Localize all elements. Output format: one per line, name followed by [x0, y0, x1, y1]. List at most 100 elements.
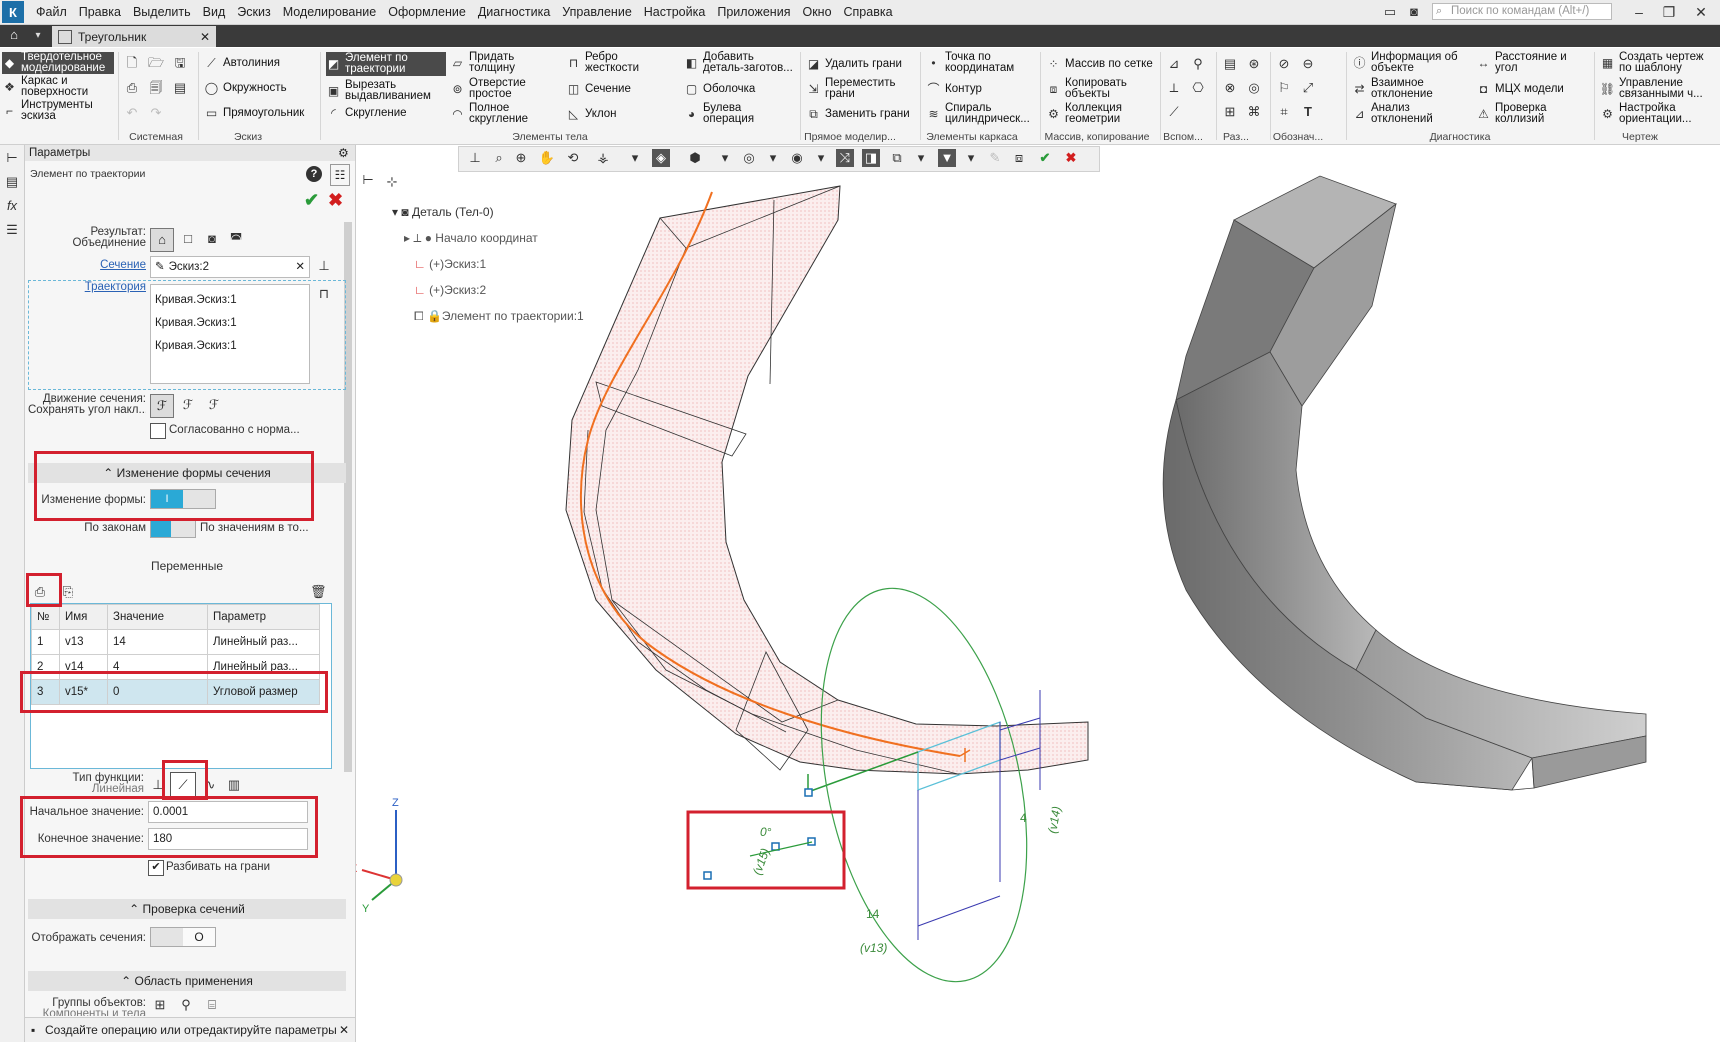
viewport-3d[interactable]: 0° (v15) 14 (v13) 4 (v14) Z X Y: [356, 170, 1720, 1042]
thicken-button[interactable]: ▱ Придать толщину: [450, 51, 515, 74]
panel-gear-icon[interactable]: ⚙: [338, 146, 349, 160]
rectangle-button[interactable]: ▭ Прямоугольник: [204, 106, 304, 121]
mutual-deviation-button[interactable]: ⇄ Взаимное отклонение: [1352, 77, 1432, 100]
dim-v14-label[interactable]: (v14): [1045, 805, 1064, 834]
help-icon[interactable]: ?: [306, 166, 322, 182]
dim-v13-label[interactable]: (v13): [860, 941, 887, 955]
boolean-button[interactable]: ◕ Булева операция: [684, 102, 754, 125]
view-origin-icon[interactable]: ⊥: [466, 149, 484, 167]
view-dropdown-icon[interactable]: ▾: [626, 149, 644, 167]
replace-faces-button[interactable]: ⧉ Заменить грани: [806, 107, 909, 122]
menu-edit[interactable]: Правка: [73, 5, 127, 19]
view-hide-dropdown-icon[interactable]: ▾: [764, 149, 782, 167]
filter-icon[interactable]: ▼: [938, 149, 956, 167]
trajectory-link[interactable]: Траектория: [28, 281, 146, 293]
viewport-ok-icon[interactable]: ✔: [1036, 149, 1054, 167]
stamp-icon[interactable]: ⌘: [1246, 104, 1262, 120]
tree-panel-icon[interactable]: ⊢: [4, 150, 20, 166]
collision-check-button[interactable]: ⚠ Проверка коллизий: [1476, 102, 1546, 125]
annotation-size-icon[interactable]: ⤢: [1300, 80, 1316, 96]
delete-variable-icon[interactable]: 🗑: [310, 584, 327, 600]
view-constraints-icon[interactable]: ⤨: [836, 149, 854, 167]
add-blank-button[interactable]: ◧ Добавить деталь-заготов...: [684, 51, 793, 74]
aux-camera-icon[interactable]: ⎔: [1190, 80, 1206, 96]
menu-settings[interactable]: Настройка: [638, 5, 712, 19]
dim-angle-label[interactable]: 0°: [760, 825, 772, 839]
orientation-settings-button[interactable]: ⚙ Настройка ориентации...: [1600, 102, 1691, 125]
section-button[interactable]: ◫ Сечение: [566, 82, 631, 97]
motion-orthogonal-icon[interactable]: ℱ: [206, 397, 222, 413]
group-tree-icon[interactable]: ⚲: [178, 997, 194, 1013]
mode-surfaces[interactable]: ❖ Каркас и поверхности: [2, 75, 88, 98]
bend-icon[interactable]: ⊛: [1246, 56, 1262, 72]
close-window-icon[interactable]: ✕: [1690, 2, 1712, 22]
move-faces-button[interactable]: ⇲ Переместить грани: [806, 77, 895, 100]
view-layers-dropdown-icon[interactable]: ▾: [912, 149, 930, 167]
result-intersect-icon[interactable]: ◚: [228, 231, 244, 247]
group-components-icon[interactable]: ⊞: [152, 997, 168, 1013]
grid-array-button[interactable]: ⁘ Массив по сетке: [1046, 57, 1152, 72]
fillet-button[interactable]: ◜ Скругление: [326, 106, 406, 121]
properties-icon[interactable]: ▤: [172, 80, 188, 96]
app-logo[interactable]: К: [2, 1, 24, 23]
copy-objects-button[interactable]: ⧈ Копировать объекты: [1046, 77, 1127, 100]
aux-axis-icon[interactable]: ⚲: [1190, 56, 1206, 72]
view-shaded-icon[interactable]: ⬢: [686, 149, 704, 167]
view-layers-icon[interactable]: ⧉: [888, 149, 906, 167]
menu-window[interactable]: Окно: [796, 5, 837, 19]
wrap-icon[interactable]: ⊗: [1222, 80, 1238, 96]
table-row[interactable]: 1 v13 14 Линейный раз...: [31, 629, 320, 655]
result-separate-icon[interactable]: □: [180, 231, 196, 247]
annotation-leader-icon[interactable]: ⚐: [1276, 80, 1292, 96]
solid-body-preview[interactable]: [1162, 175, 1647, 791]
minimize-icon[interactable]: –: [1628, 2, 1650, 22]
point-by-coords-button[interactable]: • Точка по координатам: [926, 51, 1014, 74]
motion-parallel-icon[interactable]: ℱ: [180, 397, 196, 413]
section-link[interactable]: Сечение: [28, 259, 146, 271]
edit-variable-icon[interactable]: ⎘: [60, 584, 76, 600]
screenshot-icon[interactable]: ◙: [1406, 4, 1422, 20]
autoline-button[interactable]: ⟋ Автолиния: [204, 56, 280, 71]
laws-values-toggle[interactable]: [150, 518, 196, 538]
view-style-dropdown-icon[interactable]: ▾: [716, 149, 734, 167]
params-panel-icon[interactable]: ▤: [4, 174, 20, 190]
deviation-analysis-button[interactable]: ⊿ Анализ отклонений: [1352, 102, 1432, 125]
new-file-icon[interactable]: 🗋: [124, 55, 140, 71]
col-header-value[interactable]: Значение: [107, 604, 208, 630]
circle-button[interactable]: ◯ Окружность: [204, 81, 287, 96]
menu-select[interactable]: Выделить: [127, 5, 197, 19]
menu-management[interactable]: Управление: [556, 5, 638, 19]
aux-line-icon[interactable]: ⟂: [1166, 80, 1182, 96]
view-zoom-icon[interactable]: ⊕: [512, 149, 530, 167]
save-icon[interactable]: 🖫: [172, 55, 188, 71]
hole-button[interactable]: ⊚ Отверстие простое: [450, 77, 525, 100]
layers-icon[interactable]: ☰: [4, 222, 20, 238]
text-icon[interactable]: T: [1300, 104, 1316, 120]
menu-formatting[interactable]: Оформление: [382, 5, 472, 19]
dim-4-label[interactable]: 4: [1020, 811, 1027, 825]
annotation-link-icon[interactable]: ⊖: [1300, 56, 1316, 72]
filter-dropdown-icon[interactable]: ▾: [962, 149, 980, 167]
group-bodies-icon[interactable]: ⌸: [204, 997, 220, 1013]
view-copy-icon[interactable]: ⧈: [1010, 149, 1028, 167]
menu-file[interactable]: Файл: [30, 5, 73, 19]
preview-icon[interactable]: 🗐: [148, 80, 164, 96]
trajectory-pick-icon[interactable]: ⊓: [316, 286, 332, 302]
delete-faces-button[interactable]: ◪ Удалить грани: [806, 57, 902, 72]
cancel-x-icon[interactable]: ✖: [328, 190, 343, 211]
annotation-weld-icon[interactable]: ⊘: [1276, 56, 1292, 72]
undo-icon[interactable]: ↶: [124, 105, 140, 121]
viewport-cancel-icon[interactable]: ✖: [1062, 149, 1080, 167]
mode-solid-modeling[interactable]: ◆ Твердотельное моделирование: [2, 51, 114, 74]
trajectory-item[interactable]: Кривая.Эскиз:1: [155, 312, 309, 335]
layout-icon[interactable]: ▭: [1382, 4, 1398, 20]
panel-list-icon[interactable]: ☷: [330, 164, 350, 186]
scope-header[interactable]: ⌃ Область применения: [28, 971, 346, 991]
view-pan-icon[interactable]: ✋: [538, 149, 556, 167]
distance-angle-button[interactable]: ↔ Расстояние и угол: [1476, 51, 1567, 74]
extrude-cut-button[interactable]: ▣ Вырезать выдавливанием: [326, 79, 431, 102]
unfold-icon[interactable]: ◎: [1246, 80, 1262, 96]
menu-applications[interactable]: Приложения: [711, 5, 796, 19]
dim-14-label[interactable]: 14: [866, 907, 880, 921]
view-hide-icon[interactable]: ◎: [740, 149, 758, 167]
